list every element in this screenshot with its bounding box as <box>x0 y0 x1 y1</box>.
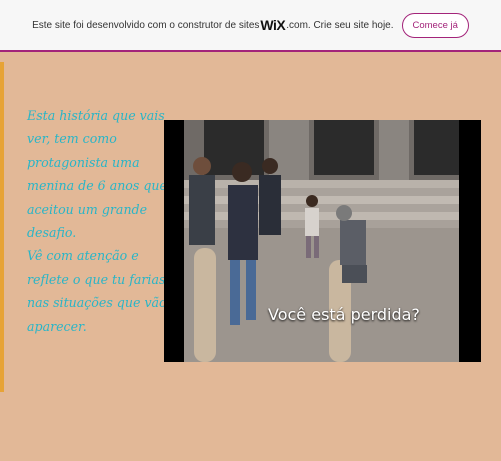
video-frame <box>184 120 459 362</box>
story-paragraph-intro: Esta história que vais ver, tem como pro… <box>27 108 167 241</box>
wix-logo[interactable]: WiX <box>260 17 285 33</box>
story-paragraph-instruction: Vê com atenção e reflete o que tu farias… <box>27 248 167 334</box>
video-player[interactable]: Você está perdida? <box>164 120 481 362</box>
video-caption: Você está perdida? <box>268 305 420 324</box>
story-text: Esta história que vais ver, tem como pro… <box>27 104 167 338</box>
start-now-button[interactable]: Comece já <box>401 12 469 38</box>
wix-banner: Este site foi desenvolvido com o constru… <box>0 0 501 52</box>
left-accent-stripe <box>0 62 4 392</box>
banner-text-suffix: .com. Crie seu site hoje. <box>286 19 394 31</box>
banner-text: Este site foi desenvolvido com o constru… <box>32 19 260 31</box>
